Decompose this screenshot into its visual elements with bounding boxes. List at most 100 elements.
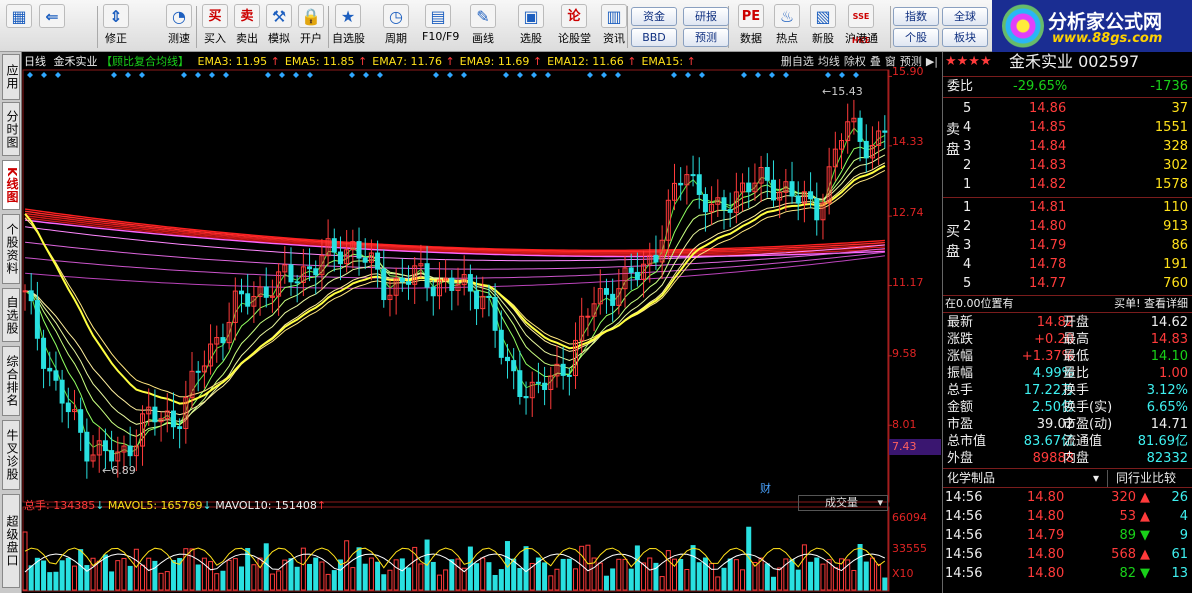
order-level: 3	[963, 238, 972, 253]
event-marker-icon	[27, 72, 33, 78]
toolbar-button-fire-icon[interactable]: ♨ 热点	[771, 4, 803, 50]
toolbar-button-label: 模拟	[268, 32, 290, 45]
news-icon: ▥	[601, 4, 627, 28]
fund-button[interactable]: 资金	[631, 7, 677, 26]
toolbar-button-grid-icon[interactable]: ▦	[3, 4, 35, 50]
stock-button[interactable]: 个股	[893, 28, 939, 47]
index-button[interactable]: 指数	[893, 7, 939, 26]
overlay-button[interactable]: 叠	[870, 55, 881, 68]
toolbar-button-f10-icon[interactable]: ▤ F10/F9	[422, 4, 459, 50]
industry-compare-button[interactable]: 同行业比较	[1107, 470, 1176, 487]
ma-button[interactable]: 均线	[818, 55, 840, 68]
volume-bar	[641, 562, 647, 591]
fire-icon: ♨	[774, 4, 800, 28]
tick-time: 14:56	[945, 566, 983, 581]
toolbar-button-text-15[interactable]: PE 数据	[735, 4, 767, 50]
toolbar-button-hammer-icon[interactable]: ⚒ 模拟	[263, 4, 295, 50]
candle-body	[239, 290, 244, 295]
volume-bar	[647, 557, 653, 591]
toolbar-button-text-5[interactable]: 卖卖出	[231, 4, 263, 50]
toolbar-button-lock-icon[interactable]: 🔒 开户	[295, 4, 327, 50]
stock-name-label: 金禾实业	[53, 55, 98, 68]
left-tab-3[interactable]: 个股资料	[2, 214, 20, 284]
order-volume: 760	[1163, 276, 1188, 291]
stat-label: 换手(实)	[1063, 400, 1113, 415]
toolbar-button-star-icon[interactable]: ★ 自选股	[332, 4, 365, 50]
toolbar-button-clock-icon[interactable]: ◷ 周期	[380, 4, 412, 50]
toolbar-button-text-13[interactable]: 论论股堂	[558, 4, 591, 50]
toolbar-button-pencil-icon[interactable]: ✎ 画线	[467, 4, 499, 50]
volume-indicator-select[interactable]: 成交量 ▾	[798, 495, 888, 511]
up-arrow-icon: ▲	[1140, 509, 1150, 524]
event-marker-icon	[363, 72, 369, 78]
indicator-label[interactable]: 【顾比复合均线】	[101, 55, 189, 68]
volume-bar	[585, 544, 591, 591]
industry-label[interactable]: 化学制品	[947, 470, 995, 487]
toolbar-button-newstock-icon[interactable]: ▧ 新股	[807, 4, 839, 50]
left-tab-5[interactable]: 综合排名	[2, 346, 20, 416]
volume-bar	[115, 560, 121, 591]
toolbar-button-text-4[interactable]: 买买入	[199, 4, 231, 50]
order-price: 14.85	[1029, 120, 1067, 135]
candle-body	[47, 367, 53, 372]
volume-bar	[226, 559, 232, 591]
candle-body	[702, 193, 708, 213]
left-tab-1[interactable]: 分时图	[2, 102, 20, 156]
y-tick-label: 14.33	[892, 135, 924, 148]
toolbar-button-speed-icon[interactable]: ◔ 测速	[163, 4, 195, 50]
left-tab-6[interactable]: 牛叉诊股	[2, 420, 20, 490]
stat-value: 14.71	[1150, 417, 1188, 432]
order-level: 5	[963, 276, 972, 291]
order-price: 14.84	[1029, 139, 1067, 154]
volume-bar	[622, 558, 628, 591]
finance-marker[interactable]: 财	[760, 480, 771, 496]
stat-label: 量比	[1063, 366, 1090, 381]
view-detail-link[interactable]: 买单! 查看详细	[1114, 295, 1188, 312]
event-marker-icon	[181, 72, 187, 78]
toolbar-button-back-arrow-icon[interactable]: ⇐	[36, 4, 68, 50]
left-tab-7[interactable]: 超级盘口	[2, 494, 20, 588]
volume-bar	[795, 569, 801, 591]
mavol5-label: MAVOL5: 165769	[107, 499, 203, 512]
toolbar-button-news-icon[interactable]: ▥ 资讯	[598, 4, 630, 50]
volume-bar	[740, 569, 746, 591]
candle-body	[34, 300, 40, 339]
ema-yellow-line	[24, 164, 886, 405]
left-tab-0[interactable]: 应用	[2, 54, 20, 100]
left-tab-2[interactable]: K线图	[2, 160, 20, 210]
toolbar-separator	[97, 6, 98, 48]
left-tab-4[interactable]: 自选股	[2, 288, 20, 342]
kline-chart[interactable]: 日线 金禾实业 【顾比复合均线】 EMA3: 11.95 ↑ EMA5: 11.8…	[22, 52, 942, 593]
volume-bar	[319, 561, 325, 591]
forecast-button[interactable]: 预测	[683, 28, 729, 47]
sector-button[interactable]: 板块	[942, 28, 988, 47]
event-marker-icon	[349, 72, 355, 78]
volume-bar	[170, 559, 176, 591]
candle-body	[294, 281, 300, 284]
tick-count: 61	[1171, 547, 1188, 562]
order-price: 14.80	[1029, 219, 1067, 234]
candle-body	[746, 182, 752, 193]
low-price-annotation: ←6.89	[102, 464, 136, 477]
bbd-button[interactable]: BBD	[631, 28, 677, 47]
dropdown-icon[interactable]: ▾	[1093, 470, 1099, 487]
toolbar-button-select-icon[interactable]: ▣ 选股	[515, 4, 547, 50]
volume-bar	[455, 558, 461, 591]
period-label[interactable]: 日线	[24, 55, 46, 68]
volume-bar	[393, 559, 399, 591]
event-marker-icon	[447, 72, 453, 78]
toolbar-button-label: 开户	[300, 32, 322, 45]
toolbar-button-text-18[interactable]: SSE HKE 沪港通	[845, 4, 878, 50]
remove-watchlist-button[interactable]: 删自选	[781, 55, 814, 68]
toolbar-button-up-down-icon[interactable]: ⇕ 修正	[100, 4, 132, 50]
collapse-icon[interactable]: ▶|	[926, 55, 938, 68]
toolbar-button-label: 数据	[740, 32, 762, 45]
global-button[interactable]: 全球	[942, 7, 988, 26]
dropdown-arrow-icon: ▾	[877, 496, 883, 509]
candle-body	[603, 288, 609, 295]
event-marker-icon	[671, 72, 677, 78]
volume-bar	[220, 570, 226, 591]
star-icon: ★	[335, 4, 361, 28]
research-button[interactable]: 研报	[683, 7, 729, 26]
exright-button[interactable]: 除权	[844, 55, 866, 68]
